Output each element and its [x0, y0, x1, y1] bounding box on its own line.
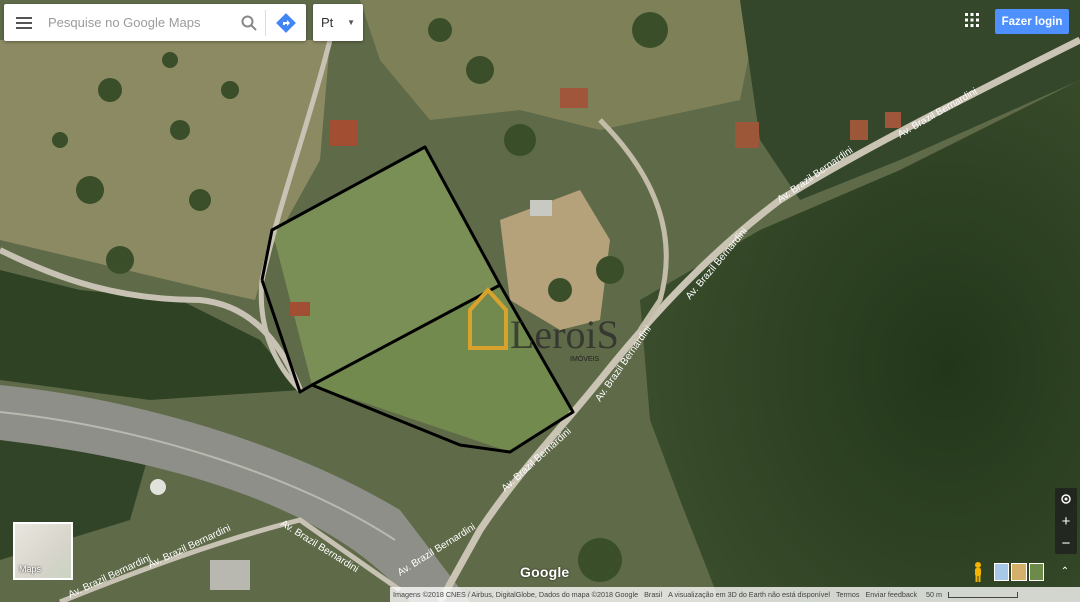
language-select[interactable]: Pt ▼	[313, 4, 363, 41]
map-type-thumbnail[interactable]: Maps	[13, 522, 73, 580]
expand-chevrons-icon[interactable]: ⌃	[1057, 563, 1073, 579]
chevron-down-icon: ▼	[347, 18, 355, 27]
water-tank	[150, 479, 166, 495]
imagery-layers[interactable]	[994, 563, 1044, 581]
building	[330, 120, 358, 146]
building	[735, 122, 759, 148]
building	[530, 200, 552, 216]
building	[290, 302, 310, 316]
country-label: Brasil	[644, 590, 663, 599]
directions-icon	[276, 12, 296, 33]
watermark-subtitle: IMÓVEIS	[570, 354, 600, 363]
search-input[interactable]	[44, 7, 233, 38]
search-box	[4, 4, 306, 41]
pegman-icon	[975, 562, 981, 582]
directions-button[interactable]	[266, 4, 306, 41]
hamburger-icon	[16, 16, 32, 29]
apps-grid-icon	[965, 13, 979, 27]
zoom-out-button[interactable]: −	[1055, 532, 1077, 554]
imagery-credit: Imagens ©2018 CNES / Airbus, DigitalGlob…	[393, 590, 639, 599]
search-icon	[241, 15, 257, 31]
google-logo: Google	[520, 564, 570, 580]
scale-bar[interactable]: 50 m	[920, 590, 1021, 599]
terms-link[interactable]: Termos	[833, 590, 863, 599]
layer-thumb[interactable]	[1011, 563, 1027, 581]
layer-thumb[interactable]	[1028, 563, 1044, 581]
building	[560, 88, 588, 108]
thumbnail-label: Maps	[19, 564, 42, 574]
satellite-map[interactable]: Av. Brazil Bernardini Av. Brazil Bernard…	[0, 0, 1080, 602]
street-view-pegman[interactable]	[968, 560, 988, 584]
menu-button[interactable]	[4, 4, 44, 41]
apps-button[interactable]	[960, 8, 984, 32]
minus-icon: −	[1061, 534, 1071, 552]
location-target-icon	[1061, 494, 1071, 504]
watermark-brand: LeroiS	[510, 312, 619, 357]
plus-icon: +	[1061, 512, 1071, 530]
attribution-bar: Imagens ©2018 CNES / Airbus, DigitalGlob…	[390, 587, 1080, 602]
earth-notice: A visualização em 3D do Earth não está d…	[668, 590, 830, 599]
language-value: Pt	[321, 15, 334, 30]
search-button[interactable]	[233, 4, 265, 41]
feedback-link[interactable]: Enviar feedback	[863, 590, 921, 599]
building	[850, 120, 868, 140]
zoom-in-button[interactable]: +	[1055, 510, 1077, 532]
map-controls: + −	[1055, 488, 1077, 554]
building	[210, 560, 250, 590]
building	[885, 112, 901, 128]
login-button[interactable]: Fazer login	[995, 9, 1069, 34]
my-location-button[interactable]	[1055, 488, 1077, 510]
scale-line	[948, 591, 1019, 598]
scale-label: 50 m	[926, 590, 943, 599]
layer-thumb[interactable]	[994, 563, 1010, 581]
